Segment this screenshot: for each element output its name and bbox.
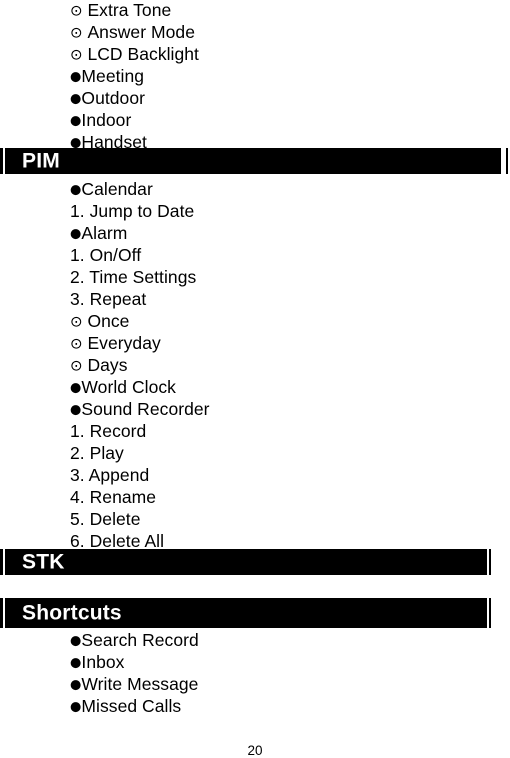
list-item: ●Write Message bbox=[0, 673, 510, 695]
solid-bullet-icon: ● bbox=[70, 655, 82, 671]
list-item-label: 1. Jump to Date bbox=[70, 201, 195, 221]
ring-bullet-icon: ⊙ bbox=[70, 45, 88, 64]
bar-tail-rule bbox=[506, 148, 508, 174]
list-item-label: Missed Calls bbox=[81, 696, 182, 716]
list-item: ●Calendar bbox=[0, 178, 510, 200]
list-item-label: Once bbox=[87, 311, 130, 331]
list-item: 5. Delete bbox=[0, 508, 510, 530]
section-header-label: STK bbox=[22, 550, 65, 574]
list-item-label: Write Message bbox=[81, 674, 199, 694]
list-item-label: Alarm bbox=[81, 223, 128, 243]
solid-bullet-icon: ● bbox=[70, 69, 82, 85]
solid-bullet-icon: ● bbox=[70, 402, 82, 418]
list-item: ⊙ LCD Backlight bbox=[0, 43, 510, 65]
list-item: 3. Repeat bbox=[0, 288, 510, 310]
section-header-stk: STK bbox=[0, 549, 510, 575]
list-profiles-continued: ⊙ Extra Tone ⊙ Answer Mode ⊙ LCD Backlight… bbox=[0, 0, 510, 153]
list-item: ●Search Record bbox=[0, 629, 510, 651]
list-item-label: Inbox bbox=[81, 652, 125, 672]
list-item-label: 6. Delete All bbox=[70, 531, 165, 551]
list-item-label: 4. Rename bbox=[70, 487, 157, 507]
list-item-label: 2. Play bbox=[70, 443, 124, 463]
list-item: 1. Jump to Date bbox=[0, 200, 510, 222]
list-item-label: Search Record bbox=[81, 630, 199, 650]
list-item: 2. Time Settings bbox=[0, 266, 510, 288]
list-item-label: Days bbox=[87, 355, 128, 375]
list-shortcuts: ●Search Record ●Inbox ●Write Message ●Misse… bbox=[0, 629, 510, 717]
ring-bullet-icon: ⊙ bbox=[70, 23, 88, 42]
list-item-label: 3. Append bbox=[70, 465, 150, 485]
bar-notch bbox=[3, 598, 5, 628]
solid-bullet-icon: ● bbox=[70, 226, 82, 242]
list-item-label: Sound Recorder bbox=[81, 399, 210, 419]
list-item: ●Missed Calls bbox=[0, 695, 510, 717]
list-item-label: World Clock bbox=[81, 377, 176, 397]
solid-bullet-icon: ● bbox=[70, 182, 82, 198]
ring-bullet-icon: ⊙ bbox=[70, 312, 88, 331]
list-item: ⊙ Extra Tone bbox=[0, 0, 510, 21]
list-item: ⊙ Days bbox=[0, 354, 510, 376]
list-item-label: 2. Time Settings bbox=[70, 267, 197, 287]
section-header-label: Shortcuts bbox=[22, 601, 122, 625]
section-header-bar: STK bbox=[0, 549, 487, 575]
list-item: ⊙ Everyday bbox=[0, 332, 510, 354]
section-header-label: PIM bbox=[22, 149, 60, 173]
page-number: 20 bbox=[247, 743, 263, 758]
list-item: ●Indoor bbox=[0, 109, 510, 131]
solid-bullet-icon: ● bbox=[70, 380, 82, 396]
list-item-label: Everyday bbox=[87, 333, 161, 353]
solid-bullet-icon: ● bbox=[70, 677, 82, 693]
list-item-label: Outdoor bbox=[81, 88, 145, 108]
list-item-label: Meeting bbox=[81, 66, 145, 86]
list-item: 1. On/Off bbox=[0, 244, 510, 266]
list-item-label: Calendar bbox=[81, 179, 153, 199]
list-item-label: 5. Delete bbox=[70, 509, 141, 529]
section-header-pim: PIM bbox=[0, 148, 510, 174]
list-item-label: Answer Mode bbox=[87, 22, 195, 42]
ring-bullet-icon: ⊙ bbox=[70, 334, 88, 353]
solid-bullet-icon: ● bbox=[70, 633, 82, 649]
section-header-bar: PIM bbox=[0, 148, 501, 174]
list-item: 1. Record bbox=[0, 420, 510, 442]
bar-notch bbox=[3, 148, 5, 174]
list-item-label: LCD Backlight bbox=[87, 44, 199, 64]
list-item: ⊙ Once bbox=[0, 310, 510, 332]
solid-bullet-icon: ● bbox=[70, 91, 82, 107]
solid-bullet-icon: ● bbox=[70, 699, 82, 715]
section-header-shortcuts: Shortcuts bbox=[0, 598, 510, 628]
list-item: ●Alarm bbox=[0, 222, 510, 244]
list-pim: ●Calendar 1. Jump to Date ●Alarm 1. On/Off 2… bbox=[0, 178, 510, 552]
list-item-label: Indoor bbox=[81, 110, 132, 130]
list-item: 2. Play bbox=[0, 442, 510, 464]
list-item-label: 1. On/Off bbox=[70, 245, 142, 265]
solid-bullet-icon: ● bbox=[70, 113, 82, 129]
list-item: ●Sound Recorder bbox=[0, 398, 510, 420]
list-item-label: 3. Repeat bbox=[70, 289, 147, 309]
list-item: ●Outdoor bbox=[0, 87, 510, 109]
section-header-bar: Shortcuts bbox=[0, 598, 487, 628]
bar-tail-rule bbox=[489, 549, 491, 575]
list-item: ⊙ Answer Mode bbox=[0, 21, 510, 43]
list-item: ●Meeting bbox=[0, 65, 510, 87]
list-item: 4. Rename bbox=[0, 486, 510, 508]
list-item: ●World Clock bbox=[0, 376, 510, 398]
bar-notch bbox=[3, 549, 5, 575]
list-item-label: Extra Tone bbox=[87, 0, 172, 20]
bar-tail-rule bbox=[489, 598, 491, 628]
list-item: 3. Append bbox=[0, 464, 510, 486]
list-item: ●Inbox bbox=[0, 651, 510, 673]
ring-bullet-icon: ⊙ bbox=[70, 356, 88, 375]
list-item-label: 1. Record bbox=[70, 421, 147, 441]
document-page: ⊙ Extra Tone ⊙ Answer Mode ⊙ LCD Backlight… bbox=[0, 0, 510, 758]
ring-bullet-icon: ⊙ bbox=[70, 1, 88, 20]
